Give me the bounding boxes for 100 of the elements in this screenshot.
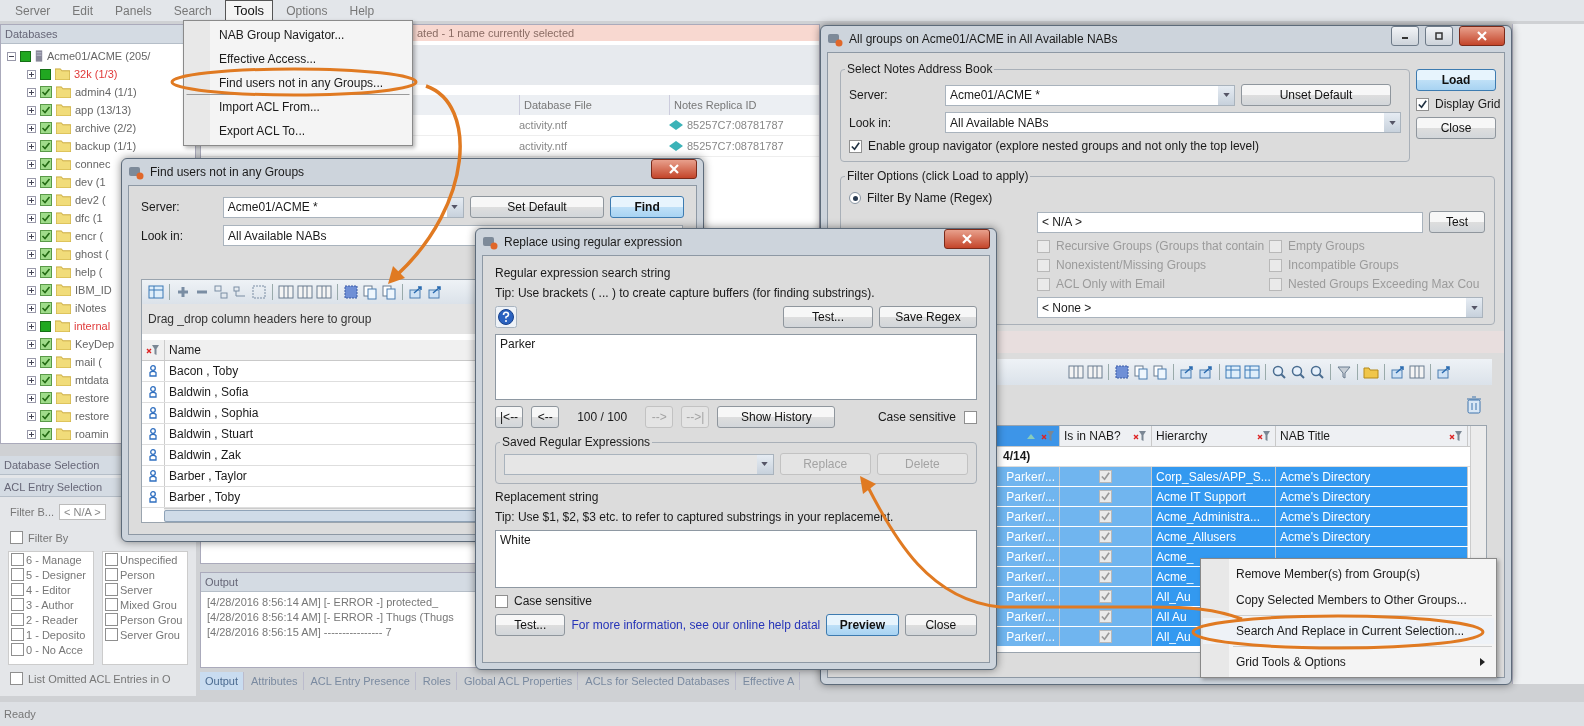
maximize-button[interactable]	[1425, 26, 1453, 46]
column-header[interactable]: NAB Title	[1276, 426, 1468, 446]
columns-icon[interactable]	[1068, 364, 1084, 380]
checkbox[interactable]	[11, 628, 24, 641]
tree-item[interactable]: internal	[74, 320, 111, 332]
menu-item[interactable]: Effective Access...	[186, 47, 410, 71]
load-button[interactable]: Load	[1416, 69, 1496, 91]
columns-icon[interactable]	[1087, 364, 1103, 380]
test-button[interactable]: Test...	[495, 614, 566, 636]
checkbox[interactable]	[1416, 97, 1429, 111]
export-icon[interactable]	[1436, 364, 1452, 380]
tree-item[interactable]: connec	[75, 158, 111, 170]
checkbox[interactable]	[11, 568, 24, 581]
menu-item[interactable]: Find users not in any Groups...	[186, 71, 410, 95]
columns-icon[interactable]	[297, 284, 313, 300]
expand-icon[interactable]	[27, 303, 36, 313]
folder-icon[interactable]	[1363, 364, 1379, 380]
expand-icon[interactable]	[27, 375, 36, 385]
tree-item[interactable]: dev (1	[75, 176, 106, 188]
checkbox[interactable]	[1099, 490, 1112, 503]
copy-icon[interactable]	[1152, 364, 1168, 380]
test-button[interactable]: Test	[1429, 211, 1485, 233]
tree-item[interactable]: restore	[75, 392, 110, 404]
tree-item[interactable]: 32k (1/3)	[74, 68, 118, 80]
grid-icon[interactable]	[148, 284, 164, 300]
filter-field[interactable]: < N/A >	[59, 504, 106, 520]
checkbox[interactable]	[1099, 610, 1112, 623]
checkbox[interactable]	[1099, 630, 1112, 643]
menu-item[interactable]: Options	[277, 0, 337, 21]
dialog-button[interactable]: Save Regex	[879, 306, 977, 328]
tree-item[interactable]: Acme01/ACME (205/	[47, 50, 151, 62]
server-dropdown[interactable]: Acme01/ACME *	[945, 84, 1235, 106]
magnifier-icon[interactable]	[1290, 364, 1306, 380]
checkbox[interactable]	[1099, 530, 1112, 543]
server-dropdown[interactable]: Acme01/ACME *	[222, 196, 464, 218]
menu-item[interactable]: Export ACL To...	[186, 119, 410, 143]
help-icon[interactable]	[495, 306, 517, 328]
square-icon[interactable]	[343, 284, 359, 300]
funnel-icon[interactable]	[1336, 364, 1352, 380]
tree-item[interactable]: restore	[75, 410, 110, 422]
square-icon[interactable]	[1114, 364, 1130, 380]
regex-input[interactable]: Parker	[495, 334, 977, 400]
checkbox[interactable]	[1099, 510, 1112, 523]
menu-item[interactable]: Copy Selected Members to Other Groups...	[1203, 587, 1494, 613]
checkbox[interactable]	[11, 598, 24, 611]
tree-item[interactable]: app (13/13)	[75, 104, 132, 116]
expand-icon[interactable]	[27, 123, 36, 133]
radio-button[interactable]	[849, 192, 861, 204]
magnifier-icon[interactable]	[1271, 364, 1287, 380]
column-header[interactable]: Hierarchy	[1152, 426, 1276, 446]
expand-icon[interactable]	[27, 195, 36, 205]
unset-default-button[interactable]: Unset Default	[1241, 84, 1391, 106]
nav-button[interactable]: |<--	[495, 406, 524, 428]
expand-icon[interactable]	[27, 213, 36, 223]
replacement-input[interactable]: White	[495, 530, 977, 588]
expand-icon[interactable]	[27, 285, 36, 295]
expand-icon[interactable]	[27, 411, 36, 421]
expand-icon[interactable]	[27, 141, 36, 151]
tree-item[interactable]: dfc (1	[75, 212, 103, 224]
help-link[interactable]: For more information, see our online help datal	[571, 618, 821, 632]
export-icon[interactable]	[408, 284, 424, 300]
column-header[interactable]: Name	[165, 343, 201, 357]
export-icon[interactable]	[1390, 364, 1406, 380]
checkbox[interactable]	[495, 594, 508, 608]
close-button[interactable]	[944, 229, 990, 249]
copy-icon[interactable]	[1133, 364, 1149, 380]
dialog-button[interactable]: Close	[904, 614, 977, 636]
expand-icon[interactable]	[27, 267, 36, 277]
checkbox[interactable]	[105, 568, 118, 581]
menu-item[interactable]: Search And Replace in Current Selection...	[1203, 618, 1494, 644]
dialog-button[interactable]: Set Default	[469, 196, 605, 218]
expand-icon[interactable]	[27, 231, 36, 241]
tree-item[interactable]: backup (1/1)	[75, 140, 137, 152]
checkbox[interactable]	[105, 583, 118, 596]
tree-item[interactable]: ghost (	[75, 248, 109, 260]
close-button[interactable]: Close	[1416, 117, 1496, 139]
menu-item[interactable]: Search	[164, 0, 221, 21]
checkbox[interactable]	[849, 139, 862, 153]
dialog-button[interactable]: Test...	[783, 306, 873, 328]
checkbox[interactable]	[11, 613, 24, 626]
checkbox[interactable]	[105, 598, 118, 611]
checkbox[interactable]	[1099, 570, 1112, 583]
expand-icon[interactable]	[27, 393, 36, 403]
close-button[interactable]	[651, 159, 697, 179]
tree-item[interactable]: help (	[75, 266, 103, 278]
filter-dropdown[interactable]: < None >	[1037, 297, 1483, 318]
menu-item[interactable]: Import ACL From...	[186, 95, 410, 119]
dialog-button[interactable]: Preview	[826, 614, 899, 636]
tree-item[interactable]: KeyDep	[75, 338, 115, 350]
expand-icon[interactable]	[27, 87, 36, 97]
menu-item[interactable]: Tools	[224, 0, 274, 21]
checkbox[interactable]	[105, 613, 118, 626]
close-button[interactable]	[1459, 26, 1505, 46]
fit-icon[interactable]	[251, 284, 267, 300]
filter-icon[interactable]	[1133, 430, 1147, 442]
trash-icon[interactable]	[1466, 396, 1482, 414]
menu-item[interactable]: Edit	[63, 0, 103, 21]
checkbox[interactable]	[1099, 590, 1112, 603]
checkbox[interactable]	[11, 583, 24, 596]
export-icon[interactable]	[1179, 364, 1195, 380]
